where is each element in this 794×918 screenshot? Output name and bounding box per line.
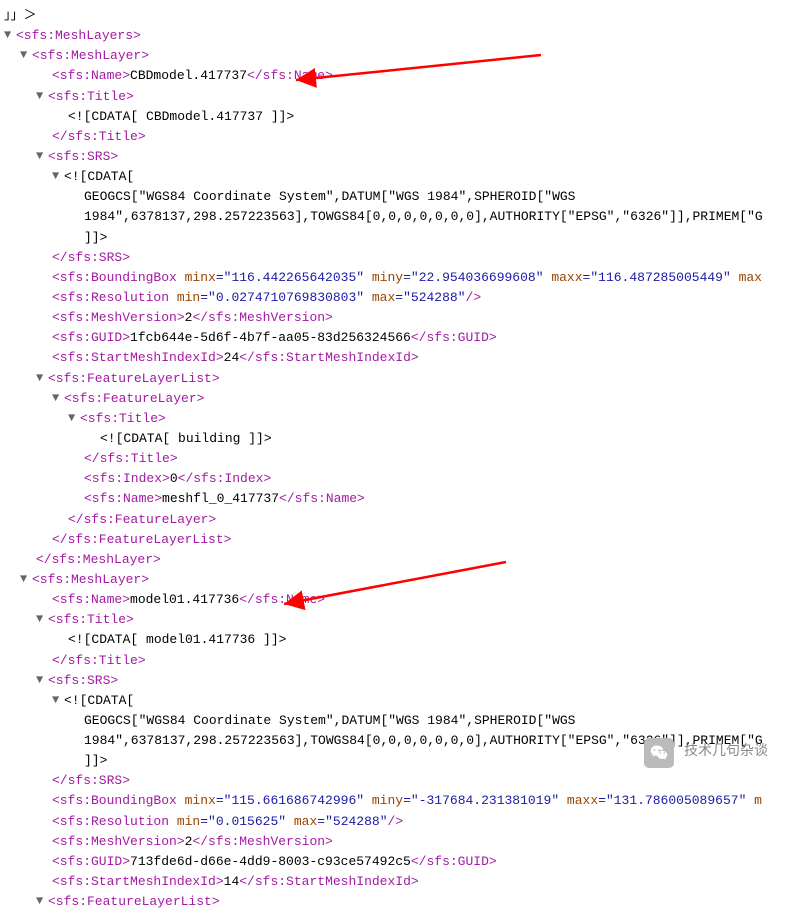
title-close: </sfs:Title> — [84, 451, 178, 466]
srs-open: <sfs:SRS> — [48, 673, 118, 688]
attr-val: ="116.442265642035" — [216, 270, 364, 285]
attr-val: ="0.0274710769830803" — [200, 290, 364, 305]
guid-close: </sfs:GUID> — [411, 854, 497, 869]
name-value: model01.417736 — [130, 592, 239, 607]
fname-val: meshfl_0_417737 — [162, 491, 279, 506]
attr: miny — [364, 270, 403, 285]
title-open: <sfs:Title> — [48, 612, 134, 627]
name-value: CBDmodel.417737 — [130, 68, 247, 83]
index-open: <sfs:Index> — [84, 471, 170, 486]
attr-val: ="116.487285005449" — [583, 270, 731, 285]
watermark-text: 技术几句杂谈 — [684, 742, 768, 764]
fl-close: </sfs:FeatureLayer> — [68, 512, 216, 527]
srs-line: GEOGCS["WGS84 Coordinate System",DATUM["… — [84, 189, 575, 204]
attr: minx — [177, 270, 216, 285]
watermark: 技术几句杂谈 — [644, 738, 768, 768]
res-tag: <sfs:Resolution — [52, 290, 169, 305]
srs-line: ]]> — [84, 753, 107, 768]
expand-toggle[interactable]: ▼ — [20, 570, 32, 589]
res-close: /> — [466, 290, 482, 305]
cdata-open: <![CDATA[ — [64, 693, 134, 708]
bbox-tag: <sfs:BoundingBox — [52, 270, 177, 285]
smid-close: </sfs:StartMeshIndexId> — [239, 350, 418, 365]
top-fragment: 」」＞ — [4, 8, 37, 23]
meshlayers-open: <sfs:MeshLayers> — [16, 28, 141, 43]
index-val: 0 — [170, 471, 178, 486]
meshversion-open: <sfs:MeshVersion> — [52, 310, 185, 325]
srs-open: <sfs:SRS> — [48, 149, 118, 164]
expand-toggle[interactable]: ▼ — [4, 26, 16, 45]
attr-val: ="0.015625" — [200, 814, 286, 829]
name-open: <sfs:Name> — [52, 68, 130, 83]
meshlayer-open: <sfs:MeshLayer> — [32, 572, 149, 587]
srs-line: ]]> — [84, 230, 107, 245]
srs-close: </sfs:SRS> — [52, 250, 130, 265]
attr-val: ="22.954036699608" — [403, 270, 543, 285]
attr-val: ="524288" — [317, 814, 387, 829]
meshversion-open: <sfs:MeshVersion> — [52, 834, 185, 849]
fname-close: </sfs:Name> — [279, 491, 365, 506]
meshlayer-open: <sfs:MeshLayer> — [32, 48, 149, 63]
name-close: </sfs:Name> — [247, 68, 333, 83]
cdata-open: <![CDATA[ — [64, 169, 134, 184]
srs-close: </sfs:SRS> — [52, 773, 130, 788]
smid-close: </sfs:StartMeshIndexId> — [239, 874, 418, 889]
srs-line: 1984",6378137,298.257223563],TOWGS84[0,0… — [84, 209, 763, 224]
attr: maxx — [544, 270, 583, 285]
expand-toggle[interactable]: ▼ — [36, 892, 48, 911]
expand-toggle[interactable]: ▼ — [36, 671, 48, 690]
meshversion-val: 2 — [185, 834, 193, 849]
fll-close: </sfs:FeatureLayerList> — [52, 532, 231, 547]
fll-open: <sfs:FeatureLayerList> — [48, 371, 220, 386]
attr: max — [286, 814, 317, 829]
expand-toggle[interactable]: ▼ — [68, 409, 80, 428]
expand-toggle[interactable]: ▼ — [52, 691, 64, 710]
attr-val: ="524288" — [395, 290, 465, 305]
title-cdata: <![CDATA[ CBDmodel.417737 ]]> — [68, 109, 294, 124]
expand-toggle[interactable]: ▼ — [52, 389, 64, 408]
fl-open: <sfs:FeatureLayer> — [64, 391, 204, 406]
srs-line: GEOGCS["WGS84 Coordinate System",DATUM["… — [84, 713, 575, 728]
attr: min — [169, 814, 200, 829]
meshversion-close: </sfs:MeshVersion> — [192, 310, 332, 325]
expand-toggle[interactable]: ▼ — [36, 147, 48, 166]
title-close: </sfs:Title> — [52, 653, 146, 668]
guid-open: <sfs:GUID> — [52, 854, 130, 869]
guid-val: 713fde6d-d66e-4dd9-8003-c93ce57492c5 — [130, 854, 411, 869]
name-close: </sfs:Name> — [239, 592, 325, 607]
expand-toggle[interactable]: ▼ — [36, 87, 48, 106]
guid-val: 1fcb644e-5d6f-4b7f-aa05-83d256324566 — [130, 330, 411, 345]
guid-open: <sfs:GUID> — [52, 330, 130, 345]
title-open: <sfs:Title> — [48, 89, 134, 104]
smid-val: 24 — [224, 350, 240, 365]
name-open: <sfs:Name> — [52, 592, 130, 607]
expand-toggle[interactable]: ▼ — [20, 46, 32, 65]
title-cdata: <![CDATA[ model01.417736 ]]> — [68, 632, 286, 647]
fll-open: <sfs:FeatureLayerList> — [48, 894, 220, 909]
guid-close: </sfs:GUID> — [411, 330, 497, 345]
expand-toggle[interactable]: ▼ — [52, 167, 64, 186]
xml-tree: 」」＞ ▼<sfs:MeshLayers> ▼<sfs:MeshLayer> <… — [4, 6, 794, 912]
meshversion-close: </sfs:MeshVersion> — [192, 834, 332, 849]
wechat-avatar-icon — [644, 738, 674, 768]
title-cdata: <![CDATA[ building ]]> — [100, 431, 272, 446]
title-close: </sfs:Title> — [52, 129, 146, 144]
title-open: <sfs:Title> — [80, 411, 166, 426]
res-close: /> — [388, 814, 404, 829]
expand-toggle[interactable]: ▼ — [36, 369, 48, 388]
attr: max — [731, 270, 762, 285]
index-close: </sfs:Index> — [178, 471, 272, 486]
smid-val: 14 — [224, 874, 240, 889]
smid-open: <sfs:StartMeshIndexId> — [52, 874, 224, 889]
res-tag: <sfs:Resolution — [52, 814, 169, 829]
fname-open: <sfs:Name> — [84, 491, 162, 506]
meshlayer-close: </sfs:MeshLayer> — [36, 552, 161, 567]
attr: min — [169, 290, 200, 305]
expand-toggle[interactable]: ▼ — [36, 610, 48, 629]
smid-open: <sfs:StartMeshIndexId> — [52, 350, 224, 365]
attr: max — [364, 290, 395, 305]
